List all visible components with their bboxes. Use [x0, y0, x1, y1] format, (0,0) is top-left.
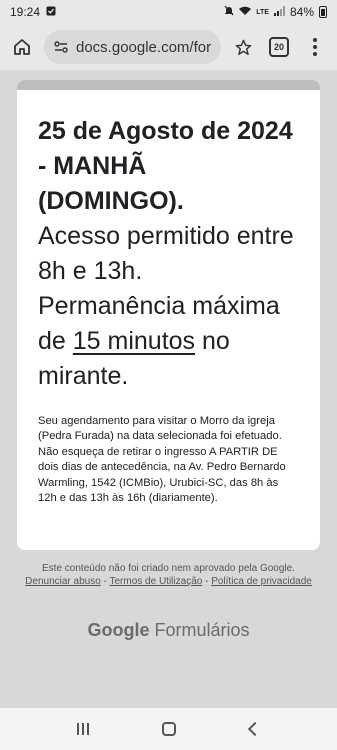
bookmark-button[interactable] [229, 33, 257, 61]
card-accent-bar [17, 80, 320, 90]
url-text: docs.google.com/for [76, 38, 211, 56]
browser-toolbar: docs.google.com/for 20 [0, 24, 337, 70]
star-icon [235, 39, 251, 55]
wifi-icon [239, 6, 252, 19]
notification-icon [46, 6, 56, 19]
stay-limit-text: Permanência máxima de 15 minutos no mira… [38, 292, 280, 390]
mute-icon [224, 5, 234, 19]
home-nav-button[interactable] [162, 722, 177, 736]
privacy-link[interactable]: Política de privacidade [211, 576, 312, 587]
tab-count: 20 [269, 37, 289, 57]
system-nav-bar [0, 708, 337, 750]
terms-link[interactable]: Termos de Utilização [110, 576, 203, 587]
url-bar[interactable]: docs.google.com/for [44, 30, 221, 64]
site-settings-icon[interactable] [54, 41, 68, 53]
recents-button[interactable] [76, 723, 89, 735]
tabs-button[interactable]: 20 [265, 33, 293, 61]
battery-icon [319, 6, 327, 18]
back-button[interactable] [248, 721, 263, 737]
lte-icon: LTE [256, 8, 269, 16]
home-icon [14, 39, 30, 55]
status-bar: 19:24 LTE 84% [0, 0, 337, 24]
battery-percent: 84% [289, 5, 314, 19]
form-footer: Este conteúdo não foi criado nem aprovad… [17, 562, 320, 588]
confirmation-card: 25 de Agosto de 2024 - MANHÃ (DOMINGO). … [17, 80, 320, 550]
more-menu-button[interactable] [301, 33, 329, 61]
stay-limit-duration: 15 minutos [72, 327, 196, 355]
signal-icon [273, 5, 285, 19]
confirmation-description: Seu agendamento para visitar o Morro da … [38, 415, 286, 505]
report-abuse-link[interactable]: Denunciar abuso [25, 576, 101, 587]
disclaimer-text: Este conteúdo não foi criado nem aprovad… [42, 563, 295, 574]
status-time: 19:24 [10, 5, 41, 19]
home-button[interactable] [8, 33, 36, 61]
google-forms-logo[interactable]: Google Formulários [0, 620, 337, 641]
access-hours-text: Acesso permitido entre 8h e 13h. [38, 222, 294, 285]
confirmation-title: 25 de Agosto de 2024 - MANHÃ (DOMINGO). [38, 117, 293, 215]
